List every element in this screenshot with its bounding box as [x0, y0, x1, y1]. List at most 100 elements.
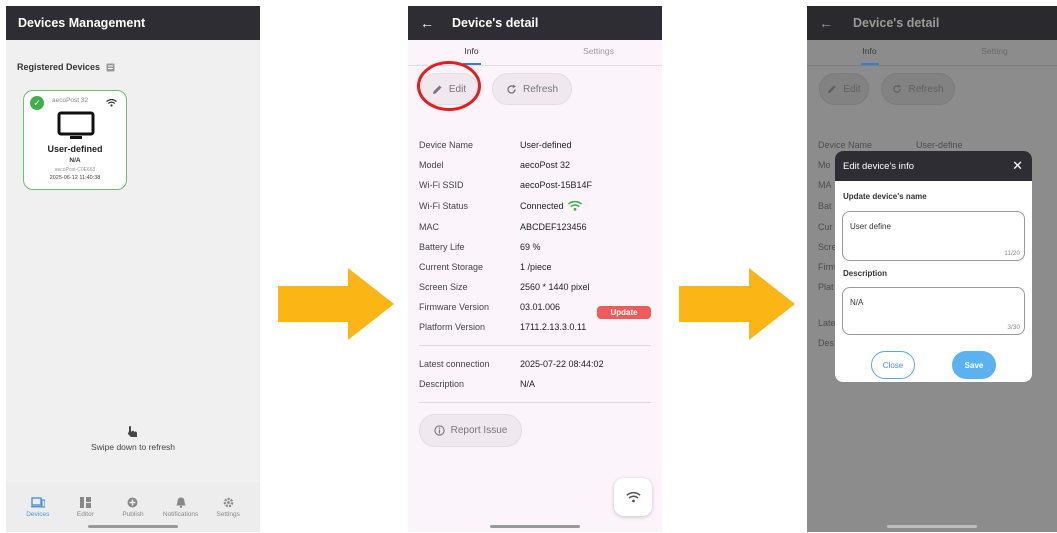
row-value: Connected [520, 201, 564, 211]
row-value: 1 /piece [520, 262, 552, 272]
nav-notifications[interactable]: Notifications [159, 497, 203, 518]
row-key: Platform Version [419, 322, 486, 332]
back-arrow-icon[interactable]: ← [819, 15, 833, 31]
dim-row-value: User-define [916, 140, 963, 150]
refresh-icon [893, 84, 902, 93]
bell-icon [176, 497, 186, 508]
name-char-count: 11/20 [1004, 250, 1020, 257]
page-title: Device's detail [452, 16, 539, 30]
page-title: Device's detail [853, 16, 940, 30]
close-button[interactable]: Close [871, 351, 915, 379]
row-value: 2025-07-22 08:44:02 [520, 359, 604, 369]
devices-management-screen: Devices Management Registered Devices ✓ … [6, 6, 260, 532]
gear-icon [223, 497, 233, 507]
swipe-hint: Swipe down to refresh [90, 442, 176, 452]
info-row-model: Model aecoPost 32 [419, 160, 570, 170]
nav-settings[interactable]: Settings [206, 497, 250, 518]
nav-label: Notifications [162, 510, 199, 518]
tab-info[interactable]: Info [807, 40, 932, 65]
info-row-wifi-ssid: Wi-Fi SSID aecoPost-15B14F [419, 180, 592, 190]
row-value: N/A [520, 379, 536, 389]
dialog-header: Edit device's info ✕ [835, 151, 1032, 181]
dim-row: Plat [818, 282, 834, 292]
device-name-value: User define [850, 222, 891, 231]
nav-publish[interactable]: Publish [111, 497, 155, 518]
name-label: Update device's name [843, 192, 927, 201]
edit-button[interactable]: Edit [819, 73, 869, 105]
wifi-icon [567, 201, 582, 211]
tab-info[interactable]: Info [408, 40, 535, 65]
info-row-wifi-status: Wi-Fi Status Connected [419, 201, 582, 211]
nav-label: Editor [76, 510, 94, 518]
device-timestamp: 2025-06-12 11:40:38 [49, 175, 101, 181]
connected-status: Connected [520, 201, 582, 211]
refresh-button[interactable]: Refresh [492, 73, 572, 105]
row-key: Screen Size [419, 282, 468, 292]
row-value: 1711.2.13.3.0.11 [520, 322, 587, 332]
edit-dialog-screen: ← Device's detail Info Setting Edit Refr… [807, 6, 1057, 532]
row-key: Device Name [419, 140, 474, 150]
info-row-latest-connection: Latest connection 2025-07-22 08:44:02 [419, 359, 604, 369]
gesture-bar [88, 525, 178, 528]
device-ssid: aecoPost-C0E663 [54, 167, 96, 173]
row-key: Latest connection [419, 359, 490, 369]
check-icon: ✓ [30, 96, 44, 110]
description-value: N/A [850, 298, 864, 307]
dim-row: Bat [818, 201, 832, 211]
device-description: N/A [69, 157, 81, 164]
row-value: 69 % [520, 242, 541, 252]
device-card[interactable]: ✓ aecoPost 32 User-defined N/A aecoPost-… [23, 90, 127, 190]
row-value: 2560 * 1440 pixel [520, 282, 590, 292]
update-button[interactable]: Update [597, 306, 651, 319]
nav-editor[interactable]: Editor [63, 496, 107, 518]
info-icon [433, 425, 445, 436]
edit-label: Edit [843, 83, 861, 95]
divider [419, 402, 651, 403]
highlight-circle [417, 61, 481, 111]
row-key: Description [419, 379, 465, 389]
tab-bar: Info Setting [807, 40, 1057, 66]
description-label: Description [843, 269, 888, 278]
dim-row: Des [818, 338, 835, 348]
divider [419, 345, 651, 346]
nav-label: Settings [216, 510, 240, 518]
info-row-platform: Platform Version 1711.2.13.3.0.11 [419, 322, 586, 332]
gesture-bar [887, 525, 977, 528]
dim-row: Late [818, 318, 836, 328]
dim-row: Firm [818, 262, 836, 272]
report-issue-button[interactable]: Report Issue [419, 414, 522, 447]
wifi-icon [106, 99, 117, 107]
row-key: Firmware Version [419, 302, 490, 312]
tab-settings[interactable]: Settings [535, 40, 662, 65]
refresh-label: Refresh [908, 83, 944, 95]
report-issue-label: Report Issue [450, 425, 508, 436]
info-row-battery: Battery Life 69 % [419, 242, 541, 252]
page-title: Devices Management [18, 16, 146, 30]
dialog-title: Edit device's info [843, 160, 914, 172]
dim-row: Scre [818, 242, 837, 252]
dim-row: Mo [818, 160, 831, 170]
back-arrow-icon[interactable]: ← [420, 15, 434, 31]
nav-devices[interactable]: Devices [16, 496, 60, 518]
tab-settings[interactable]: Setting [932, 40, 1057, 65]
app-bar: Devices Management [6, 6, 260, 40]
device-name-field[interactable]: User define 11/20 [842, 211, 1025, 261]
devices-icon [30, 496, 45, 508]
description-field[interactable]: N/A 3/30 [842, 287, 1025, 335]
row-key: Current Storage [419, 262, 484, 272]
save-button[interactable]: Save [952, 351, 996, 379]
row-key: Wi-Fi Status [419, 201, 469, 211]
publish-icon [127, 497, 138, 507]
row-key: Battery Life [419, 242, 465, 252]
refresh-label: Refresh [522, 83, 558, 95]
device-model: aecoPost 32 [52, 97, 89, 104]
desc-char-count: 3/30 [1007, 324, 1020, 331]
row-value: aecoPost-15B14F [520, 180, 593, 190]
list-icon[interactable] [106, 63, 115, 72]
gesture-bar [490, 525, 580, 528]
wifi-fab-button[interactable] [614, 478, 652, 516]
registered-devices-header: Registered Devices [17, 62, 260, 72]
refresh-button[interactable]: Refresh [881, 73, 955, 105]
close-icon[interactable]: ✕ [1012, 158, 1023, 174]
device-name: User-defined [47, 144, 103, 154]
